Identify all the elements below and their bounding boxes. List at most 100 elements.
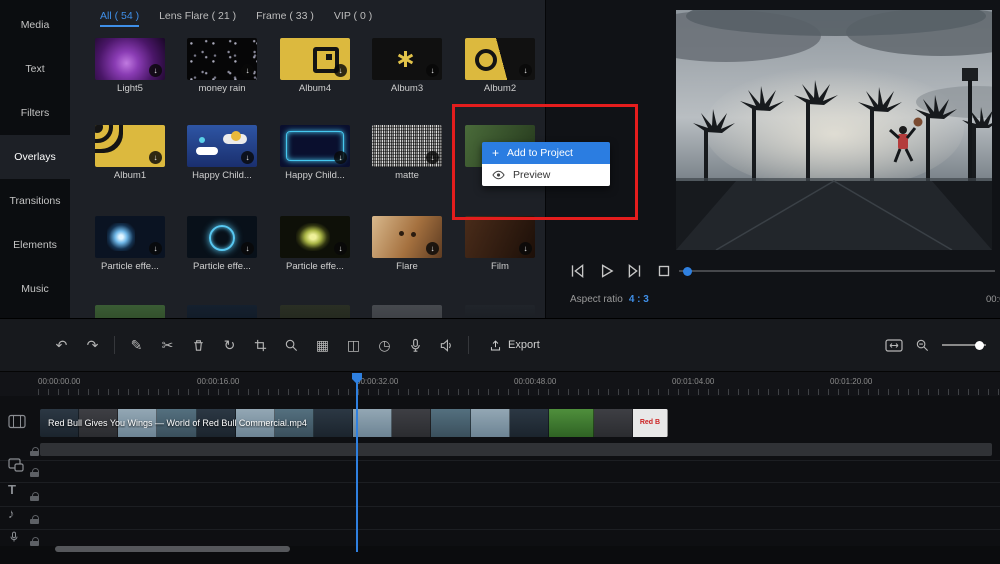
delete-icon[interactable] bbox=[183, 337, 214, 353]
rotate-icon[interactable]: ↻ bbox=[214, 338, 245, 352]
tab-frame[interactable]: Frame ( 33 ) bbox=[256, 10, 314, 27]
track-lock-icon[interactable] bbox=[30, 537, 39, 546]
sidebar-item-music[interactable]: Music bbox=[0, 267, 70, 311]
playhead-line[interactable] bbox=[356, 373, 358, 552]
overlay-card[interactable]: ↓ Particle effe... bbox=[95, 216, 165, 272]
sidebar-item-transitions[interactable]: Transitions bbox=[0, 179, 70, 223]
text-track-icon[interactable]: T bbox=[8, 482, 16, 497]
overlay-thumbnail[interactable] bbox=[465, 305, 535, 318]
zoom-tool-icon[interactable] bbox=[276, 337, 307, 353]
aspect-ratio-value[interactable]: 4 : 3 bbox=[629, 294, 649, 305]
overlay-thumbnail[interactable]: ↓ bbox=[95, 216, 165, 258]
overlay-thumbnail[interactable]: ↓ bbox=[187, 38, 257, 80]
export-button[interactable]: Export bbox=[489, 339, 540, 352]
video-clip[interactable]: Red B Red Bull Gives You Wings — World o… bbox=[40, 409, 668, 437]
overlay-thumbnail[interactable] bbox=[280, 305, 350, 318]
overlay-thumbnail[interactable]: ↓ bbox=[95, 125, 165, 167]
overlay-thumbnail[interactable]: ↓ bbox=[465, 216, 535, 258]
edit-icon[interactable]: ✎ bbox=[121, 338, 152, 352]
play-button[interactable] bbox=[597, 262, 615, 280]
download-icon[interactable]: ↓ bbox=[149, 151, 162, 164]
overlay-card[interactable]: ↓ Happy Child... bbox=[280, 125, 350, 181]
timeline-zoom-slider[interactable] bbox=[942, 344, 986, 346]
audio-lane-strip[interactable] bbox=[40, 443, 992, 456]
track-lock-icon[interactable] bbox=[30, 492, 39, 501]
sidebar-item-elements[interactable]: Elements bbox=[0, 223, 70, 267]
download-icon[interactable]: ↓ bbox=[241, 151, 254, 164]
mosaic-icon[interactable]: ▦ bbox=[307, 338, 338, 352]
download-icon[interactable]: ↓ bbox=[241, 242, 254, 255]
overlay-thumbnail[interactable]: ↓ bbox=[187, 125, 257, 167]
overlay-thumbnail[interactable]: ↓ bbox=[280, 216, 350, 258]
download-icon[interactable]: ↓ bbox=[149, 242, 162, 255]
download-icon[interactable]: ↓ bbox=[334, 64, 347, 77]
sidebar-item-filters[interactable]: Filters bbox=[0, 91, 70, 135]
zoom-out-icon[interactable] bbox=[915, 338, 930, 353]
download-icon[interactable]: ↓ bbox=[426, 151, 439, 164]
crop-icon[interactable] bbox=[245, 337, 276, 353]
overlay-thumbnail[interactable] bbox=[187, 305, 257, 318]
download-icon[interactable]: ↓ bbox=[334, 242, 347, 255]
overlay-card[interactable] bbox=[95, 305, 165, 318]
download-icon[interactable]: ↓ bbox=[334, 151, 347, 164]
overlay-card[interactable]: ↓ Album4 bbox=[280, 38, 350, 94]
overlay-card[interactable] bbox=[372, 305, 442, 318]
overlay-card[interactable]: ↓ Film bbox=[465, 216, 535, 272]
overlay-card[interactable] bbox=[280, 305, 350, 318]
add-to-project-menu-item[interactable]: + Add to Project bbox=[482, 142, 610, 164]
overlay-track-icon[interactable] bbox=[8, 458, 24, 472]
sidebar-item-overlays[interactable]: Overlays bbox=[0, 135, 70, 179]
overlay-thumbnail[interactable]: ↓ bbox=[280, 38, 350, 80]
overlay-card[interactable]: ↓ Happy Child... bbox=[187, 125, 257, 181]
overlay-card[interactable]: ↓ Particle effe... bbox=[187, 216, 257, 272]
overlay-card[interactable]: ↓ Album3 bbox=[372, 38, 442, 94]
overlay-thumbnail[interactable] bbox=[95, 305, 165, 318]
overlay-thumbnail[interactable]: ↓ bbox=[95, 38, 165, 80]
previous-frame-button[interactable] bbox=[568, 262, 586, 280]
fit-timeline-icon[interactable] bbox=[885, 339, 903, 352]
download-icon[interactable]: ↓ bbox=[519, 64, 532, 77]
tab-vip[interactable]: VIP ( 0 ) bbox=[334, 10, 372, 27]
overlay-card[interactable]: ↓ Album1 bbox=[95, 125, 165, 181]
track-lock-icon[interactable] bbox=[30, 515, 39, 524]
preview-menu-item[interactable]: Preview bbox=[482, 164, 610, 186]
timeline-ruler[interactable]: 00:00:00.00 00:00:16.00 00:00:32.00 00:0… bbox=[0, 372, 1000, 396]
zoom-slider-handle[interactable] bbox=[975, 341, 984, 350]
tab-lens-flare[interactable]: Lens Flare ( 21 ) bbox=[159, 10, 236, 27]
sidebar-item-media[interactable]: Media bbox=[0, 3, 70, 47]
download-icon[interactable]: ↓ bbox=[149, 64, 162, 77]
overlay-thumbnail[interactable]: ↓ bbox=[372, 125, 442, 167]
overlay-card[interactable]: ↓ Flare bbox=[372, 216, 442, 272]
split-icon[interactable]: ✂ bbox=[152, 338, 183, 352]
timeline-scrollbar[interactable] bbox=[55, 546, 290, 552]
music-track-icon[interactable]: ♪ bbox=[8, 506, 15, 521]
text-to-speech-icon[interactable] bbox=[431, 337, 462, 353]
tab-all[interactable]: All ( 54 ) bbox=[100, 10, 139, 27]
overlay-thumbnail[interactable]: ↓ bbox=[280, 125, 350, 167]
next-frame-button[interactable] bbox=[626, 262, 644, 280]
stop-button[interactable] bbox=[655, 262, 673, 280]
download-icon[interactable]: ↓ bbox=[426, 242, 439, 255]
overlay-card[interactable]: ↓ matte bbox=[372, 125, 442, 181]
overlay-thumbnail[interactable]: ↓ bbox=[372, 216, 442, 258]
overlay-card[interactable] bbox=[465, 305, 535, 318]
download-icon[interactable]: ↓ bbox=[241, 64, 254, 77]
seek-handle[interactable] bbox=[683, 267, 692, 276]
track-lock-icon[interactable] bbox=[30, 468, 39, 477]
voiceover-track-icon[interactable] bbox=[8, 530, 20, 544]
voiceover-icon[interactable] bbox=[400, 337, 431, 353]
overlay-card[interactable] bbox=[187, 305, 257, 318]
sidebar-item-text[interactable]: Text bbox=[0, 47, 70, 91]
overlay-card[interactable]: ↓ Album2 bbox=[465, 38, 535, 94]
undo-icon[interactable]: ↶ bbox=[46, 338, 77, 352]
overlay-thumbnail[interactable]: ↓ bbox=[372, 38, 442, 80]
overlay-card[interactable]: ↓ Particle effe... bbox=[280, 216, 350, 272]
download-icon[interactable]: ↓ bbox=[519, 242, 532, 255]
duration-icon[interactable]: ◷ bbox=[369, 338, 400, 352]
download-icon[interactable]: ↓ bbox=[426, 64, 439, 77]
video-track-icon[interactable] bbox=[8, 414, 26, 429]
redo-icon[interactable]: ↷ bbox=[77, 338, 108, 352]
overlay-thumbnail[interactable]: ↓ bbox=[187, 216, 257, 258]
overlay-card[interactable]: ↓ money rain bbox=[187, 38, 257, 94]
preview-seek-bar[interactable] bbox=[679, 270, 995, 272]
